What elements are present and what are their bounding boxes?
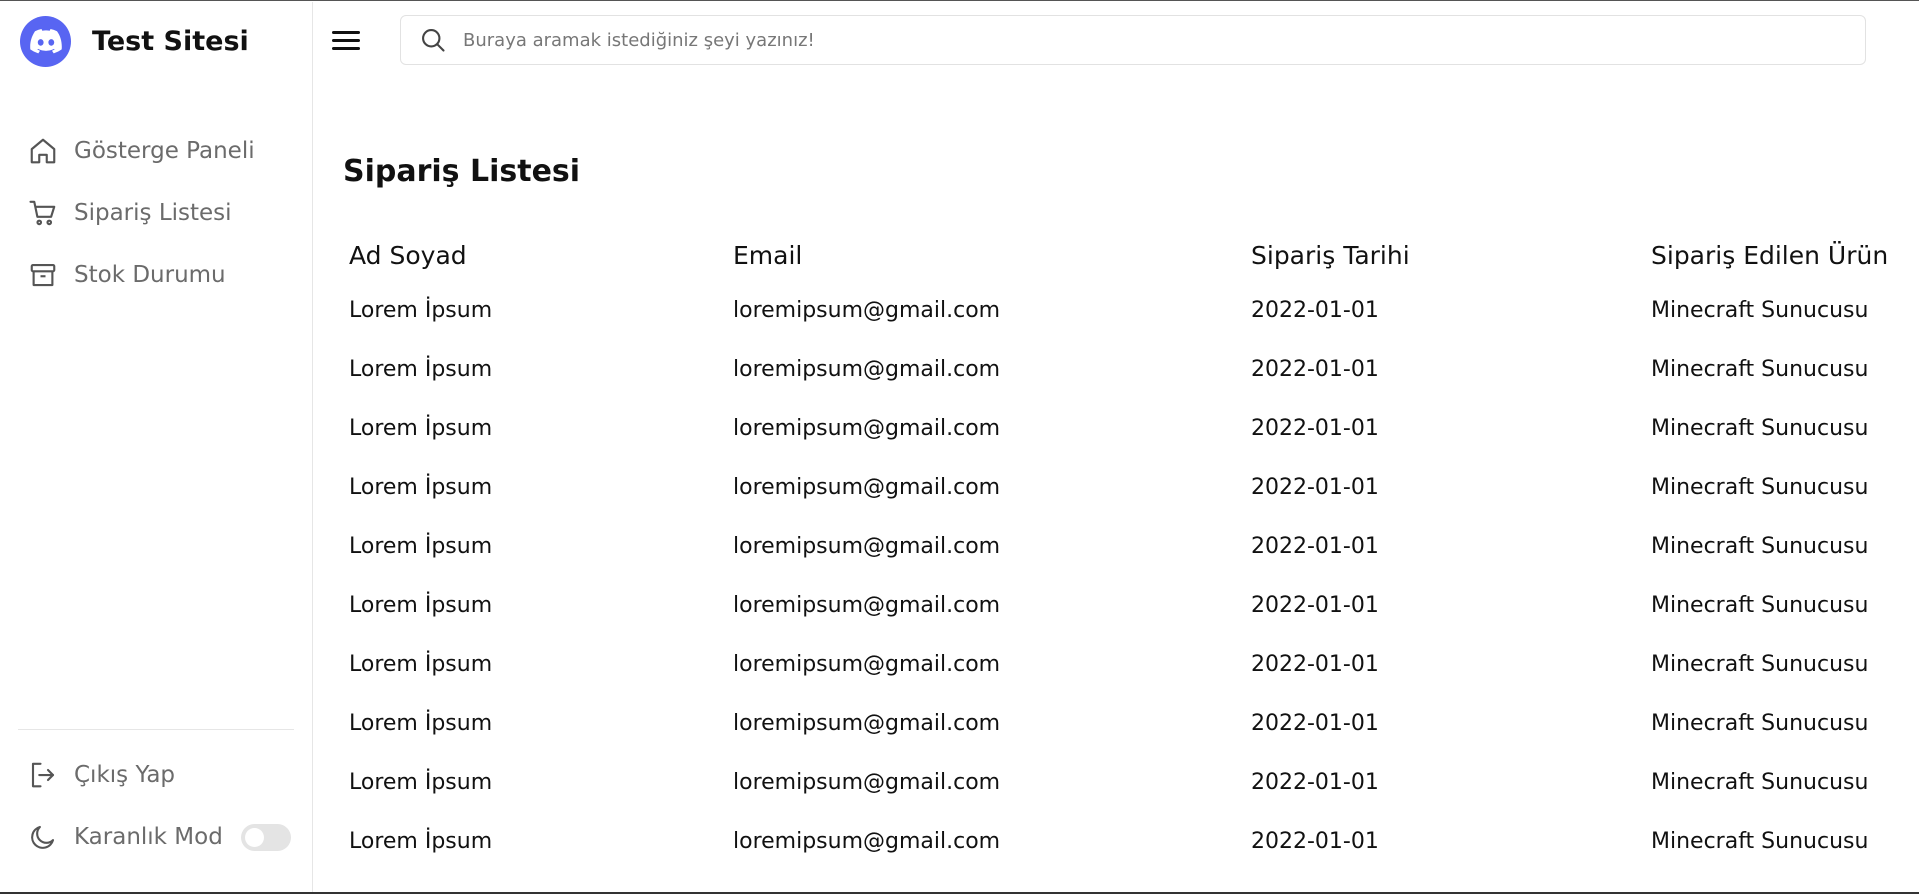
cell-product: Minecraft Sunucusu [1651,357,1869,382]
sidebar-bottom: Çıkış Yap Karanlık Mod [28,744,291,868]
sidebar-divider [18,729,294,730]
cell-product: Minecraft Sunucusu [1651,829,1869,854]
table-row: Lorem İpsum loremipsum@gmail.com 2022-01… [343,812,1905,871]
cell-product: Minecraft Sunucusu [1651,593,1869,618]
cell-name: Lorem İpsum [349,652,493,677]
cell-product: Minecraft Sunucusu [1651,475,1869,500]
search-bar [400,15,1866,65]
page-title: Sipariş Listesi [343,154,581,189]
sidebar-item-stock[interactable]: Stok Durumu [28,244,255,306]
cell-name: Lorem İpsum [349,593,493,618]
column-header-product: Sipariş Edilen Ürün [1651,240,1889,270]
logout-button[interactable]: Çıkış Yap [28,744,223,806]
table-row: Lorem İpsum loremipsum@gmail.com 2022-01… [343,340,1905,399]
logout-icon [31,762,55,788]
cell-date: 2022-01-01 [1251,298,1379,323]
dark-mode-label: Karanlık Mod [74,824,223,850]
column-header-date: Sipariş Tarihi [1251,240,1410,270]
cell-product: Minecraft Sunucusu [1651,652,1869,677]
cell-email: loremipsum@gmail.com [733,711,1001,736]
cell-date: 2022-01-01 [1251,593,1379,618]
cell-name: Lorem İpsum [349,298,493,323]
sidebar-nav: Gösterge Paneli Sipariş Listesi Stok Dur… [28,120,255,306]
cell-name: Lorem İpsum [349,475,493,500]
cell-email: loremipsum@gmail.com [733,416,1001,441]
sidebar-item-label: Sipariş Listesi [74,200,232,226]
hamburger-icon[interactable] [332,25,362,55]
cell-email: loremipsum@gmail.com [733,652,1001,677]
app-window: Test Sitesi Gösterge Paneli Sipariş List… [0,0,1919,894]
cell-product: Minecraft Sunucusu [1651,711,1869,736]
table-header-row: Ad Soyad Email Sipariş Tarihi Sipariş Ed… [343,229,1905,281]
cell-product: Minecraft Sunucusu [1651,770,1869,795]
cell-name: Lorem İpsum [349,416,493,441]
column-header-name: Ad Soyad [349,240,467,270]
moon-icon [31,825,55,849]
cell-email: loremipsum@gmail.com [733,829,1001,854]
table-row: Lorem İpsum loremipsum@gmail.com 2022-01… [343,281,1905,340]
discord-logo-icon [20,15,71,67]
brand[interactable]: Test Sitesi [20,15,249,67]
dark-mode-item: Karanlık Mod [28,806,291,868]
sidebar-item-dashboard[interactable]: Gösterge Paneli [28,120,255,182]
table-row: Lorem İpsum loremipsum@gmail.com 2022-01… [343,753,1905,812]
cell-product: Minecraft Sunucusu [1651,416,1869,441]
cell-date: 2022-01-01 [1251,652,1379,677]
cell-date: 2022-01-01 [1251,829,1379,854]
brand-name: Test Sitesi [92,25,249,57]
sidebar: Test Sitesi Gösterge Paneli Sipariş List… [0,2,313,892]
column-header-email: Email [733,240,803,270]
cell-name: Lorem İpsum [349,357,493,382]
cell-email: loremipsum@gmail.com [733,475,1001,500]
table-row: Lorem İpsum loremipsum@gmail.com 2022-01… [343,399,1905,458]
cell-name: Lorem İpsum [349,829,493,854]
cell-date: 2022-01-01 [1251,416,1379,441]
table-row: Lorem İpsum loremipsum@gmail.com 2022-01… [343,517,1905,576]
home-icon [30,138,56,164]
toggle-knob [245,828,264,847]
cell-name: Lorem İpsum [349,770,493,795]
sidebar-item-label: Gösterge Paneli [74,138,255,164]
sidebar-item-label: Stok Durumu [74,262,226,288]
orders-table: Ad Soyad Email Sipariş Tarihi Sipariş Ed… [343,229,1905,871]
cell-date: 2022-01-01 [1251,357,1379,382]
cell-date: 2022-01-01 [1251,711,1379,736]
cell-name: Lorem İpsum [349,711,493,736]
cell-email: loremipsum@gmail.com [733,534,1001,559]
table-row: Lorem İpsum loremipsum@gmail.com 2022-01… [343,576,1905,635]
search-input[interactable] [463,29,1843,51]
archive-icon [30,263,56,287]
cell-name: Lorem İpsum [349,534,493,559]
cell-email: loremipsum@gmail.com [733,357,1001,382]
logout-label: Çıkış Yap [74,762,176,788]
cell-email: loremipsum@gmail.com [733,770,1001,795]
cell-date: 2022-01-01 [1251,534,1379,559]
dark-mode-toggle[interactable] [241,824,291,851]
cell-date: 2022-01-01 [1251,770,1379,795]
table-row: Lorem İpsum loremipsum@gmail.com 2022-01… [343,458,1905,517]
sidebar-item-orders[interactable]: Sipariş Listesi [28,182,255,244]
search-icon [422,29,445,52]
cell-email: loremipsum@gmail.com [733,593,1001,618]
cell-date: 2022-01-01 [1251,475,1379,500]
cell-product: Minecraft Sunucusu [1651,534,1869,559]
cell-product: Minecraft Sunucusu [1651,298,1869,323]
table-row: Lorem İpsum loremipsum@gmail.com 2022-01… [343,635,1905,694]
cell-email: loremipsum@gmail.com [733,298,1001,323]
cart-icon [29,200,56,226]
table-row: Lorem İpsum loremipsum@gmail.com 2022-01… [343,694,1905,753]
